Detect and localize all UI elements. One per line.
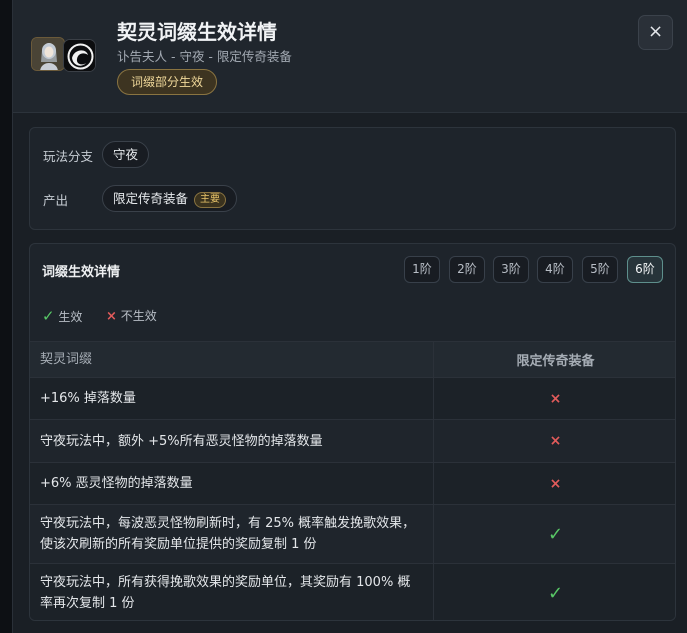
branch-chip: 守夜 bbox=[102, 141, 150, 168]
tier-button-5[interactable]: 5阶 bbox=[582, 256, 618, 283]
status-badge: 词缀部分生效 bbox=[117, 69, 218, 95]
output-chip-label: 限定传奇装备 bbox=[113, 191, 189, 206]
output-chip: 限定传奇装备 主要 bbox=[102, 185, 238, 212]
affix-text: 守夜玩法中，每波恶灵怪物刷新时，有 25% 概率触发挽歌效果，使该次刷新的所有奖… bbox=[30, 505, 434, 563]
branch-label: 玩法分支 bbox=[43, 149, 94, 164]
table-row: +6% 恶灵怪物的掉落数量 × bbox=[30, 462, 675, 504]
affix-details-card: 词缀生效详情 1阶 2阶 3阶 4阶 5阶 6阶 ✓ 生效 × 不生效 契灵词缀… bbox=[29, 243, 676, 621]
tier-button-6[interactable]: 6阶 bbox=[627, 256, 663, 283]
table-row: 守夜玩法中，每波恶灵怪物刷新时，有 25% 概率触发挽歌效果，使该次刷新的所有奖… bbox=[30, 504, 675, 563]
table-row: +16% 掉落数量 × bbox=[30, 377, 675, 419]
cross-icon: × bbox=[549, 475, 562, 492]
table-row: 守夜玩法中，额外 +5%所有恶灵怪物的掉落数量 × bbox=[30, 419, 675, 462]
close-button[interactable]: × bbox=[638, 15, 673, 50]
column-header-affix: 契灵词缀 bbox=[30, 342, 434, 377]
legend-inactive-label: 不生效 bbox=[120, 309, 157, 323]
cross-icon: × bbox=[549, 390, 562, 407]
close-icon: × bbox=[647, 21, 664, 42]
cross-icon: × bbox=[549, 433, 562, 449]
tier-button-1[interactable]: 1阶 bbox=[404, 256, 440, 283]
table-header-row: 契灵词缀 限定传奇装备 bbox=[30, 341, 675, 377]
legend-inactive: × 不生效 bbox=[106, 307, 157, 324]
check-icon: ✓ bbox=[42, 307, 55, 325]
legend-active-label: 生效 bbox=[58, 310, 83, 324]
check-icon: ✓ bbox=[547, 523, 564, 545]
legend-active: ✓ 生效 bbox=[42, 307, 82, 325]
dialog-title: 契灵词缀生效详情 bbox=[117, 20, 277, 44]
character-portrait-icon bbox=[31, 37, 65, 71]
check-icon: ✓ bbox=[547, 582, 564, 604]
affix-text: +6% 恶灵怪物的掉落数量 bbox=[30, 463, 434, 504]
swirl-emblem-icon bbox=[63, 39, 96, 72]
dialog-subtitle: 讣告夫人 - 守夜 - 限定传奇装备 bbox=[117, 49, 292, 64]
column-header-target: 限定传奇装备 bbox=[516, 354, 595, 369]
affix-table: 契灵词缀 限定传奇装备 +16% 掉落数量 × 守夜玩法中，额外 +5%所有恶灵… bbox=[30, 341, 675, 620]
dialog-header: 契灵词缀生效详情 讣告夫人 - 守夜 - 限定传奇装备 词缀部分生效 × bbox=[13, 0, 687, 113]
source-info-card: 玩法分支 守夜 产出 限定传奇装备 主要 bbox=[29, 127, 676, 230]
affix-text: 守夜玩法中，所有获得挽歌效果的奖励单位，其奖励有 100% 概率再次复制 1 份 bbox=[30, 564, 434, 620]
tier-button-2[interactable]: 2阶 bbox=[449, 256, 485, 283]
output-label: 产出 bbox=[43, 193, 69, 208]
affix-details-dialog: 契灵词缀生效详情 讣告夫人 - 守夜 - 限定传奇装备 词缀部分生效 × 玩法分… bbox=[12, 0, 687, 633]
tier-button-3[interactable]: 3阶 bbox=[493, 256, 529, 283]
table-row: 守夜玩法中，所有获得挽歌效果的奖励单位，其奖励有 100% 概率再次复制 1 份… bbox=[30, 563, 675, 620]
details-title: 词缀生效详情 bbox=[42, 265, 121, 280]
tier-button-4[interactable]: 4阶 bbox=[537, 256, 573, 283]
affix-text: +16% 掉落数量 bbox=[30, 378, 434, 419]
affix-text: 守夜玩法中，额外 +5%所有恶灵怪物的掉落数量 bbox=[30, 420, 434, 462]
backdrop bbox=[0, 0, 12, 633]
cross-icon: × bbox=[106, 309, 117, 324]
primary-badge: 主要 bbox=[194, 192, 227, 208]
